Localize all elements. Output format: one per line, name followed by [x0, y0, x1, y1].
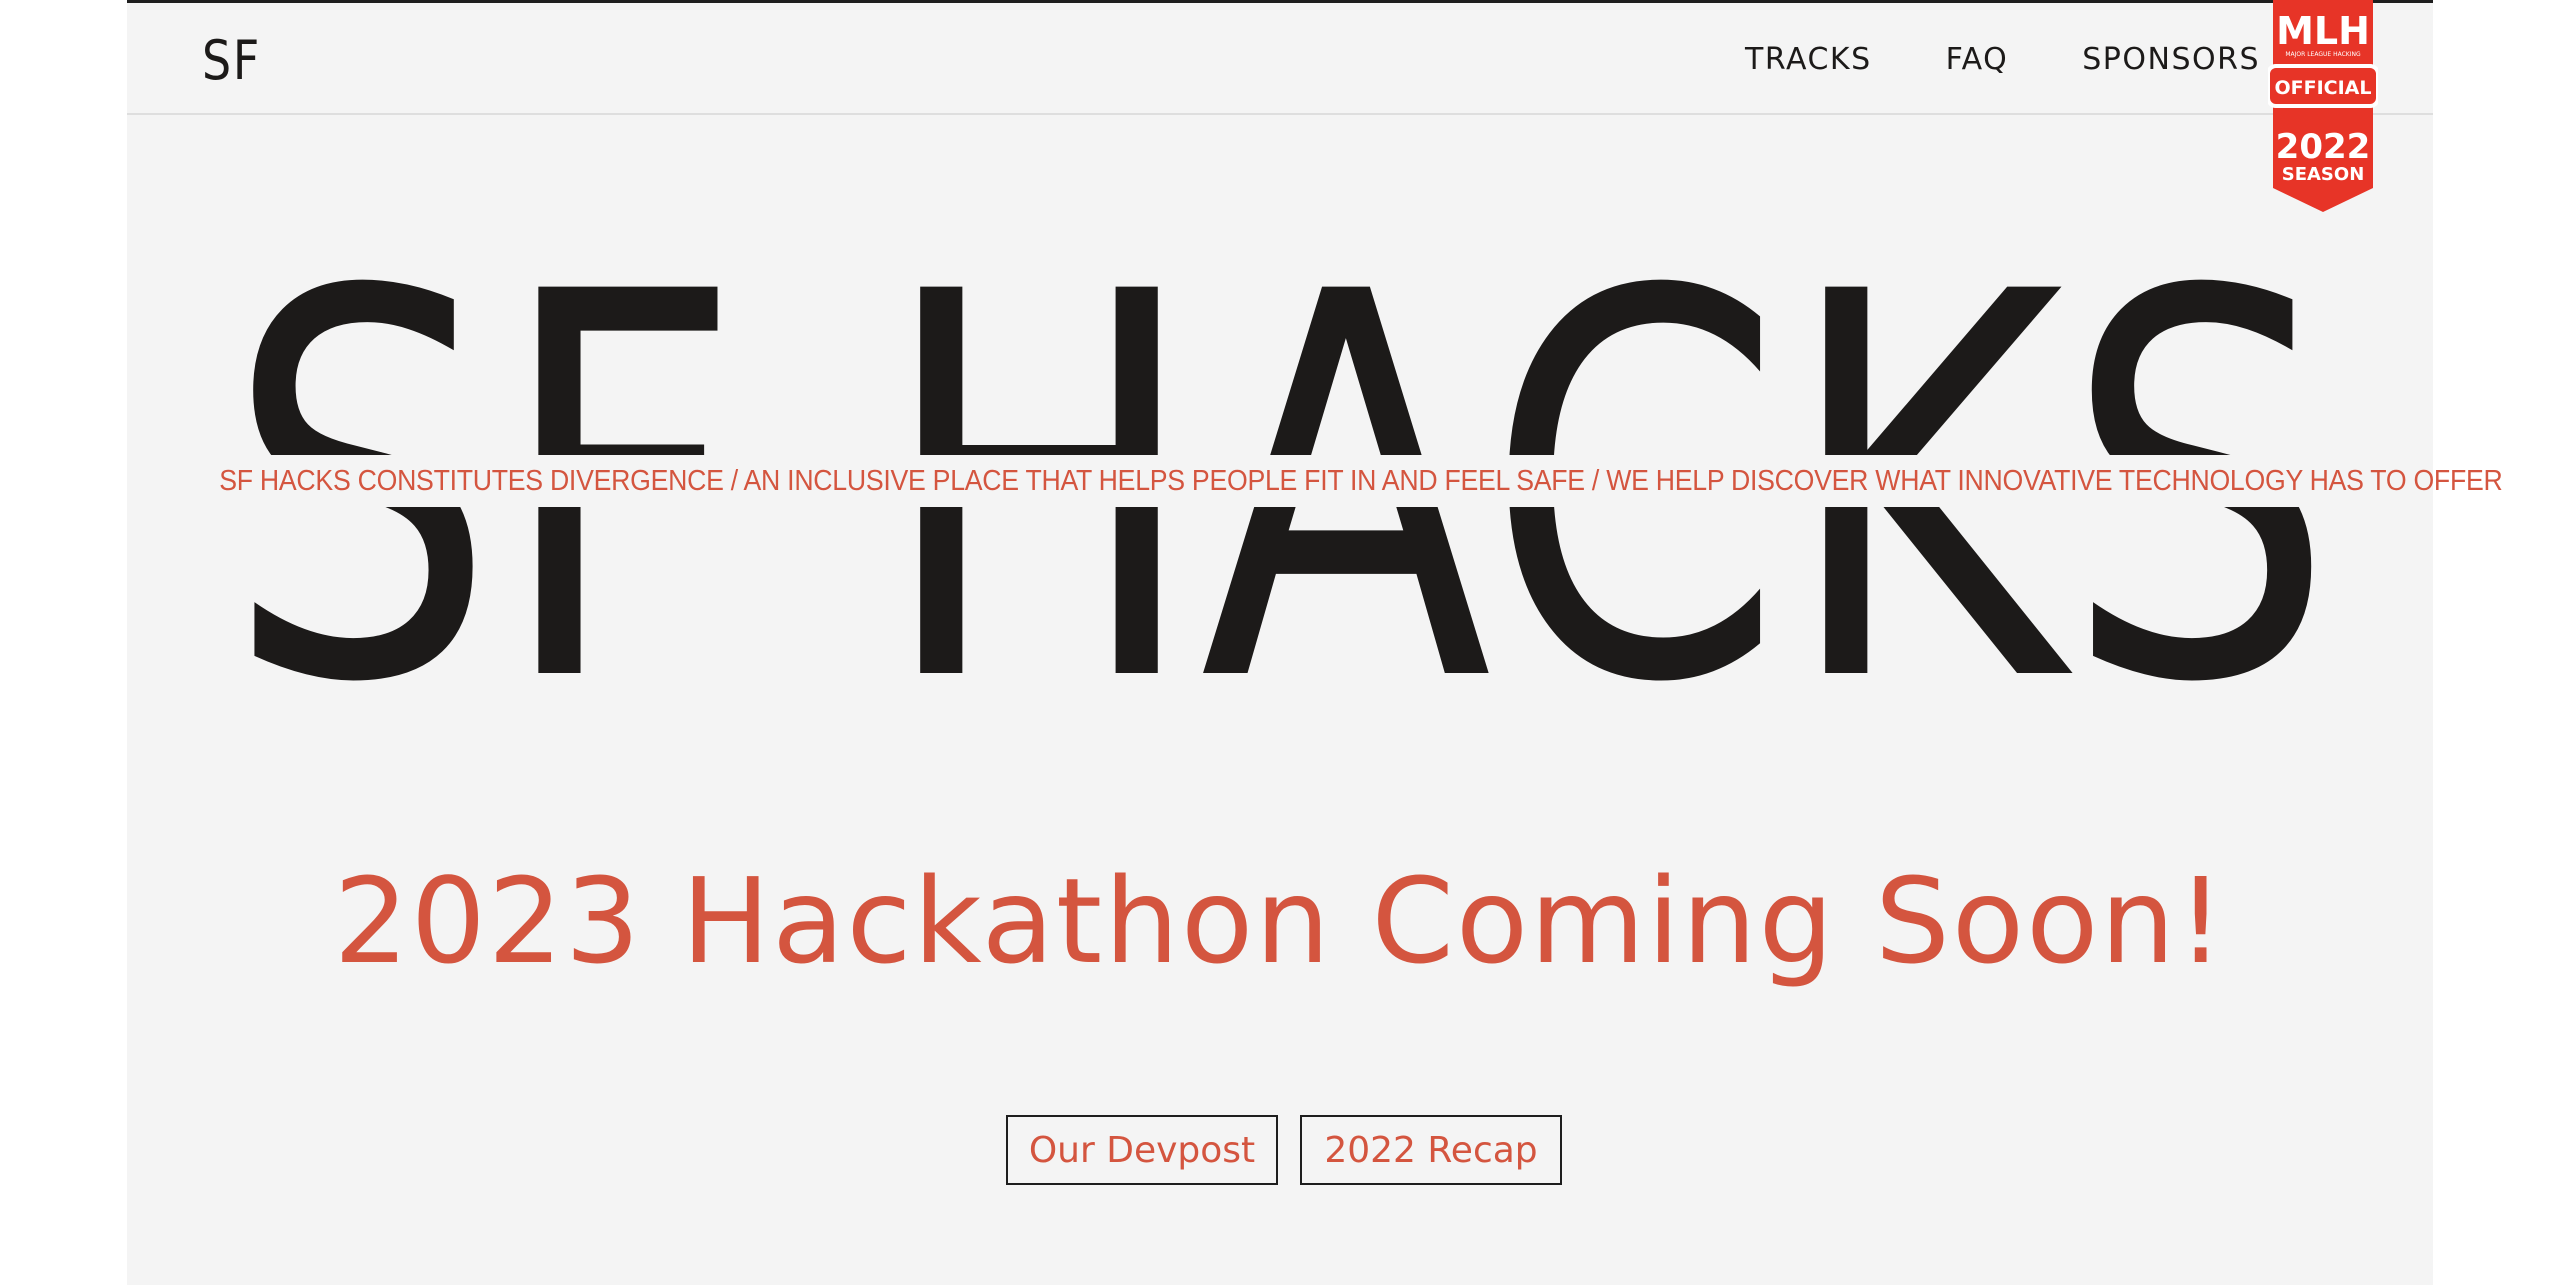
badge-year: 2022 — [2276, 127, 2371, 167]
badge-org: MLH — [2276, 9, 2370, 53]
hero-tagline: SF HACKS CONSTITUTES DIVERGENCE / AN INC… — [219, 461, 2503, 501]
nav-link-sponsors[interactable]: SPONSORS — [2082, 42, 2260, 77]
badge-season: SEASON — [2282, 164, 2365, 185]
nav-links: TRACKS FAQ SPONSORS — [1745, 39, 2260, 79]
mlh-season-badge[interactable]: MLH MAJOR LEAGUE HACKING OFFICIAL 2022 S… — [2268, 0, 2378, 215]
nav-link-faq[interactable]: FAQ — [1946, 42, 2009, 77]
nav-link-tracks[interactable]: TRACKS — [1745, 42, 1872, 77]
navbar: SF TRACKS FAQ SPONSORS MLH MAJOR LEAGUE … — [127, 0, 2433, 212]
cta-row: Our Devpost 2022 Recap — [127, 1115, 2433, 1185]
page: SF TRACKS FAQ SPONSORS MLH MAJOR LEAGUE … — [127, 0, 2503, 1285]
badge-sub: MAJOR LEAGUE HACKING — [2285, 51, 2361, 58]
recap-button[interactable]: 2022 Recap — [1300, 1115, 1562, 1185]
coming-soon-headline: 2023 Hackathon Coming Soon! — [333, 852, 2227, 990]
badge-official: OFFICIAL — [2274, 77, 2371, 99]
sf-logo[interactable]: SF — [202, 31, 261, 91]
devpost-button[interactable]: Our Devpost — [1006, 1115, 1278, 1185]
